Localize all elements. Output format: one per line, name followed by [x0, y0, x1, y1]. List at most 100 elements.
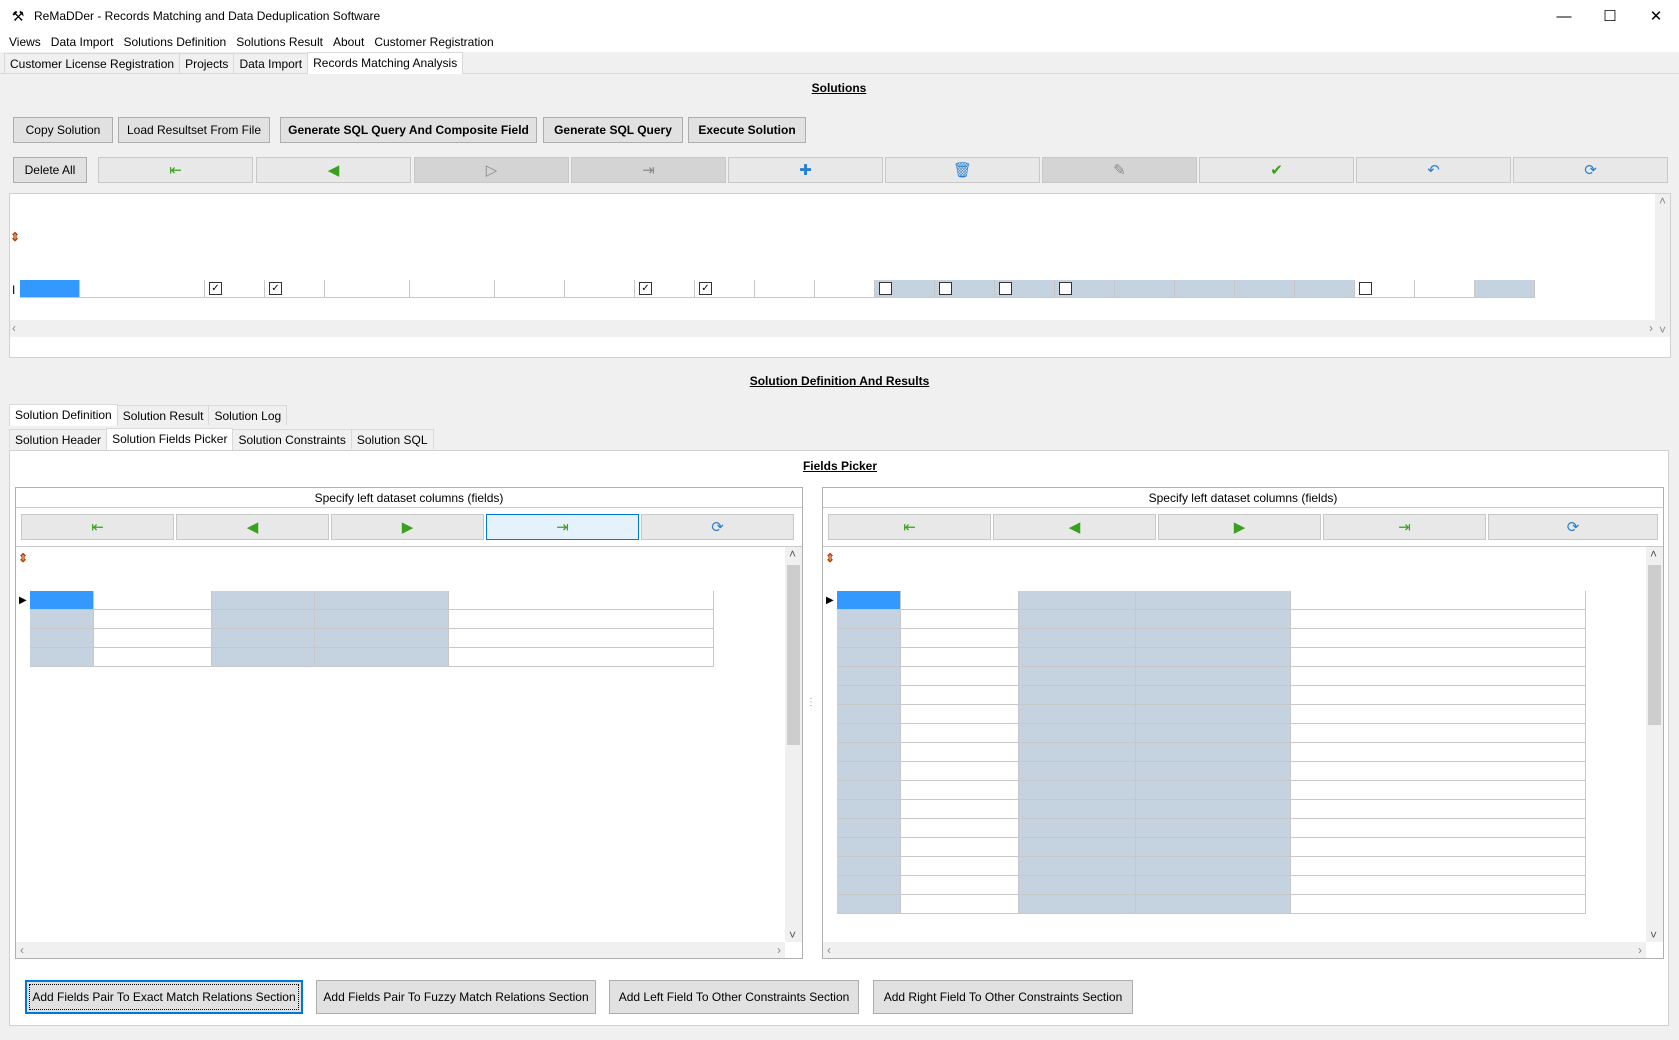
- field-row-cell[interactable]: [1019, 857, 1136, 876]
- field-row-cell[interactable]: [1291, 648, 1586, 667]
- field-row-cell[interactable]: [1136, 667, 1291, 686]
- field-row-cell[interactable]: [94, 648, 212, 667]
- left-previous-icon[interactable]: ◀: [176, 514, 329, 540]
- field-row-cell[interactable]: [1019, 762, 1136, 781]
- right-refresh-icon[interactable]: ⟳: [1488, 514, 1658, 540]
- menu-solutions-definition[interactable]: Solutions Definition: [119, 32, 232, 52]
- field-row-cell[interactable]: [901, 781, 1019, 800]
- field-row-cell[interactable]: [1019, 838, 1136, 857]
- field-row-cell[interactable]: [1291, 762, 1586, 781]
- solutions-row-cell[interactable]: [1115, 280, 1175, 298]
- fields-filter-cell[interactable]: [1291, 569, 1586, 591]
- menu-data-import[interactable]: Data Import: [46, 32, 119, 52]
- left-fields-grid[interactable]: ⇕ ▶ ˄ ˅ ‹ ›: [16, 546, 802, 958]
- solution-checkbox[interactable]: [879, 282, 892, 295]
- fields-col-header[interactable]: [449, 547, 714, 569]
- field-row-cell[interactable]: [837, 781, 901, 800]
- field-row-cell[interactable]: [1136, 876, 1291, 895]
- field-row-cell[interactable]: [837, 686, 901, 705]
- solutions-filter-cell[interactable]: [935, 258, 995, 278]
- solution-checkbox[interactable]: [1059, 282, 1072, 295]
- field-row-cell[interactable]: [837, 705, 901, 724]
- menu-solutions-result[interactable]: Solutions Result: [231, 32, 328, 52]
- refresh-icon[interactable]: ⟳: [1513, 157, 1668, 183]
- field-row-cell[interactable]: [837, 667, 901, 686]
- solutions-filter-cell[interactable]: [635, 258, 695, 278]
- field-row-cell[interactable]: [212, 648, 315, 667]
- field-row-cell[interactable]: [94, 591, 212, 610]
- solutions-filter-cell[interactable]: [875, 258, 935, 278]
- fields-filter-cell[interactable]: [212, 569, 315, 591]
- tab-projects[interactable]: Projects: [179, 53, 235, 73]
- fields-horizontal-scrollbar[interactable]: ‹ ›: [16, 942, 785, 958]
- field-row-cell[interactable]: [1136, 857, 1291, 876]
- solutions-filter-cell[interactable]: [1175, 258, 1235, 278]
- field-row-cell[interactable]: [1136, 705, 1291, 724]
- field-row-cell[interactable]: [1136, 762, 1291, 781]
- right-next-icon[interactable]: ▶: [1158, 514, 1321, 540]
- field-row-cell[interactable]: [1136, 743, 1291, 762]
- field-row-cell[interactable]: [901, 857, 1019, 876]
- sort-handle-icon[interactable]: ⇕: [823, 547, 837, 569]
- field-row-cell[interactable]: [1291, 800, 1586, 819]
- solution-checkbox[interactable]: [1359, 282, 1372, 295]
- fields-col-header[interactable]: [94, 547, 212, 569]
- solutions-row-cell[interactable]: [1295, 280, 1355, 298]
- solutions-filter-cell[interactable]: [205, 258, 265, 278]
- field-row-cell[interactable]: [1019, 876, 1136, 895]
- solutions-filter-cell[interactable]: [815, 258, 875, 278]
- fields-col-header[interactable]: [1291, 547, 1586, 569]
- fields-filter-cell[interactable]: [1136, 569, 1291, 591]
- tab-solution-fields-picker[interactable]: Solution Fields Picker: [106, 428, 234, 450]
- solutions-grid[interactable]: ⇕ I ✓ ✓ ✓ ✓ ‹ › ˄ ˅: [9, 193, 1671, 358]
- add-left-constraint-button[interactable]: Add Left Field To Other Constraints Sect…: [609, 980, 859, 1014]
- field-row-cell[interactable]: [1019, 819, 1136, 838]
- field-row-cell[interactable]: [1019, 724, 1136, 743]
- field-row-cell[interactable]: [1019, 743, 1136, 762]
- field-row-cell[interactable]: [1291, 724, 1586, 743]
- field-row-cell[interactable]: [30, 648, 94, 667]
- solutions-filter-cell[interactable]: [1235, 258, 1295, 278]
- right-previous-icon[interactable]: ◀: [993, 514, 1156, 540]
- solutions-filter-cell[interactable]: [755, 258, 815, 278]
- fields-col-header[interactable]: [1136, 547, 1291, 569]
- field-row-cell[interactable]: [1291, 629, 1586, 648]
- field-row-cell[interactable]: [1019, 667, 1136, 686]
- field-row-cell[interactable]: [1019, 629, 1136, 648]
- field-row-cell[interactable]: [1136, 838, 1291, 857]
- field-row-cell[interactable]: [901, 705, 1019, 724]
- fields-filter-cell[interactable]: [315, 569, 449, 591]
- fields-col-header[interactable]: [901, 547, 1019, 569]
- field-row-cell[interactable]: [1291, 610, 1586, 629]
- field-row-cell[interactable]: [1136, 610, 1291, 629]
- field-row-cell[interactable]: [315, 591, 449, 610]
- next-record-icon[interactable]: ▷: [414, 157, 569, 183]
- field-row-cell[interactable]: [837, 762, 901, 781]
- field-row-cell[interactable]: [1291, 838, 1586, 857]
- solution-checkbox[interactable]: ✓: [209, 282, 222, 295]
- field-row-cell[interactable]: [837, 743, 901, 762]
- fields-col-header[interactable]: [315, 547, 449, 569]
- solutions-row-cell[interactable]: [495, 280, 565, 298]
- fields-vertical-scrollbar[interactable]: ˄ ˅: [1646, 547, 1663, 942]
- cancel-edit-icon[interactable]: ↶: [1356, 157, 1511, 183]
- solutions-row-cell[interactable]: [1175, 280, 1235, 298]
- solutions-row-cell[interactable]: [20, 280, 80, 298]
- last-record-icon[interactable]: ⇥: [571, 157, 726, 183]
- field-row-cell[interactable]: [94, 610, 212, 629]
- solutions-filter-cell[interactable]: [695, 258, 755, 278]
- field-row-cell[interactable]: [212, 629, 315, 648]
- field-row-cell[interactable]: [901, 762, 1019, 781]
- field-row-cell[interactable]: [901, 895, 1019, 914]
- field-row-cell[interactable]: [837, 857, 901, 876]
- field-row-cell[interactable]: [1019, 800, 1136, 819]
- solutions-filter-cell[interactable]: [495, 258, 565, 278]
- field-row-cell[interactable]: [1136, 686, 1291, 705]
- solutions-vertical-scrollbar[interactable]: ˄ ˅: [1655, 194, 1670, 337]
- solutions-filter-cell[interactable]: [1415, 258, 1475, 278]
- field-row-cell[interactable]: [1019, 610, 1136, 629]
- field-row-cell[interactable]: [1136, 800, 1291, 819]
- right-first-icon[interactable]: ⇤: [828, 514, 991, 540]
- maximize-button[interactable]: ☐: [1587, 0, 1633, 32]
- field-row-cell[interactable]: [315, 648, 449, 667]
